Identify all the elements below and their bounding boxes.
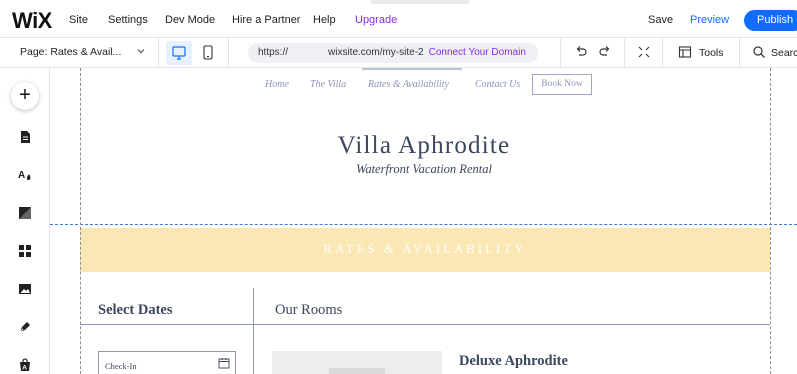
toolbar-divider <box>560 38 561 68</box>
page-select-dropdown[interactable]: Page: Rates & Avail... <box>20 46 121 58</box>
check-in-field[interactable]: Check-In <box>98 351 236 374</box>
check-in-label: Check-In <box>105 361 137 371</box>
menu-hire-a-partner[interactable]: Hire a Partner <box>232 14 300 26</box>
rates-banner[interactable]: RATES & AVAILABILITY <box>80 228 770 272</box>
desktop-icon <box>172 46 186 60</box>
select-dates-heading: Select Dates <box>98 302 173 318</box>
site-nav-contact[interactable]: Contact Us <box>475 79 520 90</box>
undo-icon[interactable] <box>574 44 588 63</box>
blog-icon[interactable] <box>18 320 32 334</box>
pages-icon[interactable] <box>18 130 32 144</box>
wix-logo[interactable]: WiX <box>12 8 52 34</box>
svg-text:A: A <box>18 170 25 181</box>
mobile-view-button[interactable] <box>198 41 218 65</box>
redo-icon[interactable] <box>598 44 612 63</box>
image-placeholder-inner <box>329 368 385 374</box>
our-rooms-heading: Our Rooms <box>275 302 343 318</box>
url-redacted <box>288 47 328 55</box>
preview-button[interactable]: Preview <box>690 14 729 26</box>
site-nav-home[interactable]: Home <box>265 79 289 90</box>
menu-site[interactable]: Site <box>69 14 88 26</box>
url-domain: wixsite.com/my-site-2 <box>328 47 424 58</box>
theme-icon[interactable]: A <box>18 168 32 182</box>
connect-domain-link[interactable]: Connect Your Domain <box>429 47 526 58</box>
menu-dev-mode[interactable]: Dev Mode <box>165 14 215 26</box>
menu-help[interactable]: Help <box>313 14 336 26</box>
toolbar-divider <box>624 38 625 68</box>
room-image-placeholder[interactable] <box>272 351 442 374</box>
calendar-icon[interactable] <box>218 357 230 369</box>
site-title[interactable]: Villa Aphrodite <box>290 132 558 160</box>
book-now-button[interactable]: Book Now <box>532 74 592 95</box>
menu-upgrade[interactable]: Upgrade <box>355 14 397 26</box>
rates-banner-title: RATES & AVAILABILITY <box>323 242 527 256</box>
toolbar-divider <box>158 38 159 68</box>
media-icon[interactable] <box>18 282 32 296</box>
left-gridline <box>80 68 81 374</box>
toolbar-divider <box>228 38 229 68</box>
top-notch <box>370 0 470 4</box>
site-subtitle[interactable]: Waterfront Vacation Rental <box>290 162 558 177</box>
search-button[interactable]: Search <box>771 47 797 59</box>
mobile-icon <box>203 45 213 60</box>
publish-button[interactable]: Publish <box>744 10 797 31</box>
editor-toolbar: Page: Rates & Avail... https:// wixsite.c… <box>0 38 797 68</box>
toolbar-divider <box>662 38 663 68</box>
store-icon[interactable]: A <box>18 358 32 372</box>
room-name[interactable]: Deluxe Aphrodite <box>459 353 568 370</box>
save-button[interactable]: Save <box>648 14 673 26</box>
url-prefix: https:// <box>258 47 289 58</box>
divider-line <box>80 324 253 325</box>
tools-button[interactable]: Tools <box>699 47 724 59</box>
tools-icon[interactable] <box>678 44 692 63</box>
section-handle <box>362 68 462 70</box>
site-nav-rates[interactable]: Rates & Availability <box>368 79 449 90</box>
chevron-down-icon[interactable] <box>136 46 146 59</box>
apps-icon[interactable] <box>18 244 32 258</box>
toolbar-divider <box>739 38 740 68</box>
left-sidebar: + A A <box>0 68 50 374</box>
site-nav-the-villa[interactable]: The Villa <box>310 79 346 90</box>
column-divider <box>253 288 254 374</box>
right-gridline <box>770 68 771 374</box>
editor-canvas[interactable]: Home The Villa Rates & Availability Cont… <box>50 68 797 374</box>
svg-text:A: A <box>22 365 27 372</box>
search-icon[interactable] <box>752 44 766 63</box>
background-icon[interactable] <box>18 206 32 220</box>
site-url-bar[interactable]: https:// wixsite.com/my-site-2 Connect You… <box>248 43 538 63</box>
desktop-view-button[interactable] <box>166 41 192 65</box>
menu-settings[interactable]: Settings <box>108 14 148 26</box>
add-icon[interactable]: + <box>11 82 39 110</box>
zoom-out-icon[interactable] <box>637 44 651 63</box>
header-guide-line <box>50 224 797 225</box>
divider-line <box>254 324 770 325</box>
top-menu-bar: WiX Site Settings Dev Mode Hire a Partne… <box>0 0 797 38</box>
